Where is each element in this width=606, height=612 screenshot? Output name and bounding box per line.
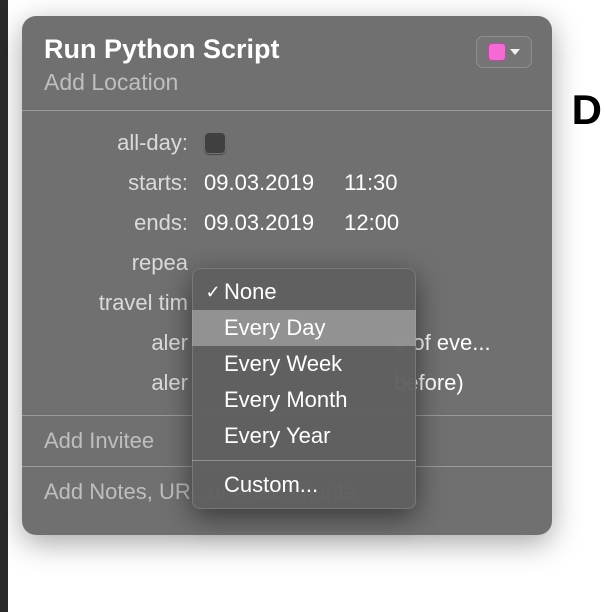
- travel-label: travel tim: [44, 290, 204, 316]
- menu-item-label: Every Week: [224, 351, 342, 377]
- row-allday: all-day:: [44, 123, 530, 163]
- ends-date[interactable]: 09.03.2019: [204, 210, 314, 236]
- allday-label: all-day:: [44, 130, 204, 156]
- stray-letter: D: [572, 86, 602, 134]
- location-field[interactable]: Add Location: [44, 69, 530, 96]
- checkmark-icon: ✓: [202, 282, 224, 303]
- ends-label: ends:: [44, 210, 204, 236]
- popover-header: Run Python Script Add Location: [22, 16, 552, 110]
- left-app-strip: [0, 0, 8, 612]
- menu-item-custom[interactable]: Custom...: [192, 467, 416, 503]
- alert2-label: aler: [44, 370, 204, 396]
- starts-label: starts:: [44, 170, 204, 196]
- menu-item-none[interactable]: ✓ None: [192, 274, 416, 310]
- menu-separator: [192, 460, 416, 461]
- backdrop: D Run Python Script Add Location all-day…: [0, 0, 606, 612]
- event-title[interactable]: Run Python Script: [44, 34, 530, 65]
- menu-item-label: Every Year: [224, 423, 330, 449]
- menu-item-every-year[interactable]: Every Year: [192, 418, 416, 454]
- color-swatch-icon: [488, 43, 506, 61]
- starts-date[interactable]: 09.03.2019: [204, 170, 314, 196]
- menu-item-every-week[interactable]: Every Week: [192, 346, 416, 382]
- row-starts: starts: 09.03.2019 11:30: [44, 163, 530, 203]
- row-ends: ends: 09.03.2019 12:00: [44, 203, 530, 243]
- starts-time[interactable]: 11:30: [344, 170, 397, 196]
- menu-item-every-month[interactable]: Every Month: [192, 382, 416, 418]
- menu-item-every-day[interactable]: Every Day: [192, 310, 416, 346]
- menu-item-label: Every Day: [224, 315, 325, 341]
- menu-item-label: Custom...: [224, 472, 318, 498]
- repeat-dropdown-menu: ✓ None Every Day Every Week Every Month …: [192, 268, 416, 509]
- menu-item-label: Every Month: [224, 387, 348, 413]
- alert1-label: aler: [44, 330, 204, 356]
- calendar-color-picker[interactable]: [476, 36, 532, 68]
- menu-item-label: None: [224, 279, 277, 305]
- allday-checkbox[interactable]: [204, 132, 226, 154]
- repeat-label: repea: [44, 250, 204, 276]
- chevron-down-icon: [510, 49, 520, 55]
- ends-time[interactable]: 12:00: [344, 210, 399, 236]
